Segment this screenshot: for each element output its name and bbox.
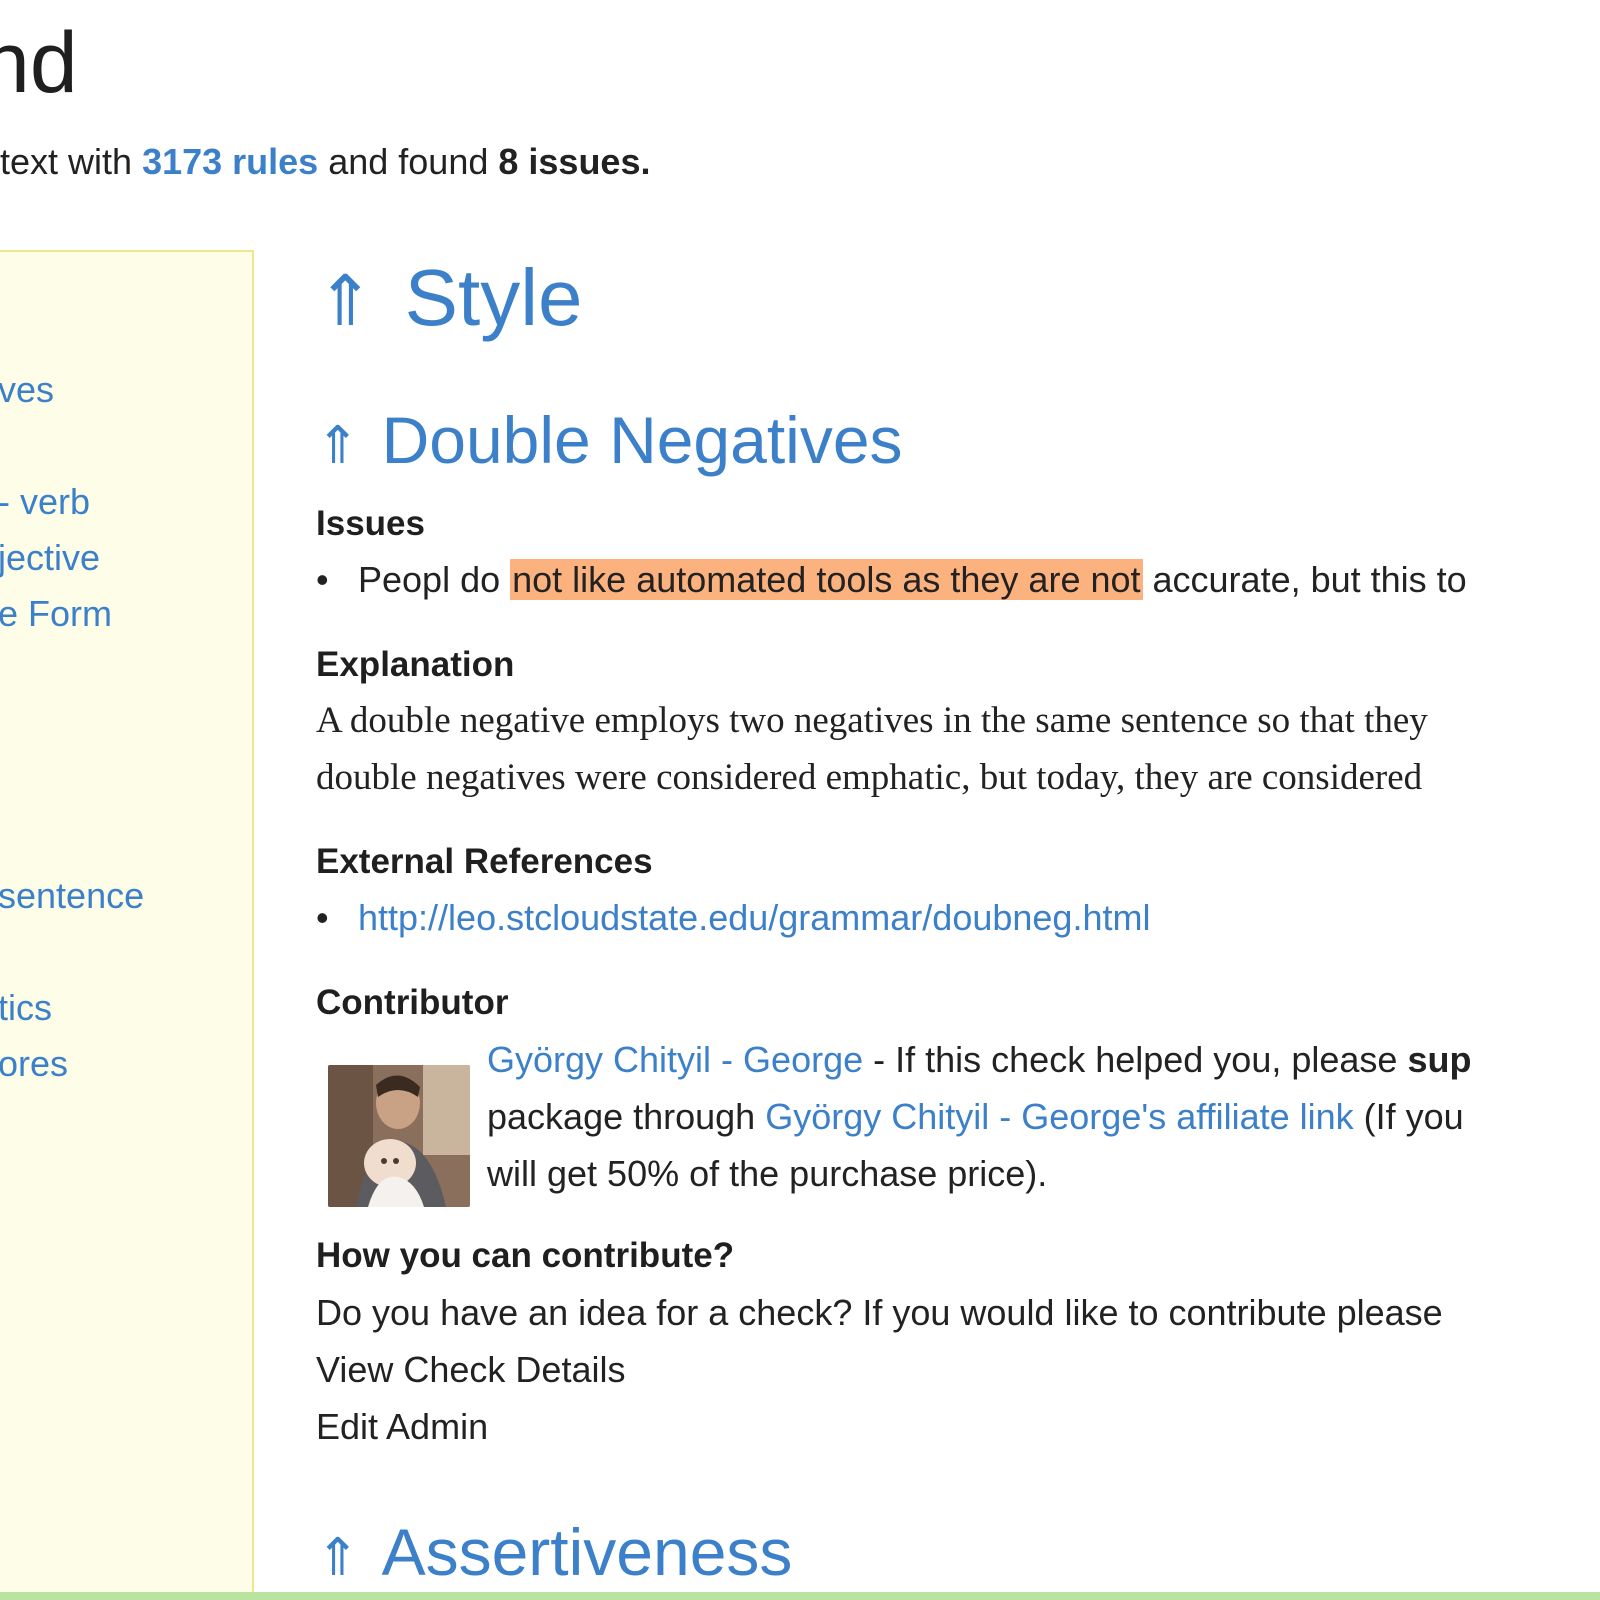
- summary-prefix: text with: [0, 141, 143, 182]
- check-heading-double-negatives: ⇑ Double Negatives: [316, 400, 903, 486]
- contributor-line-3: will get 50% of the purchase price).: [487, 1153, 1048, 1194]
- bullet-icon: •: [316, 897, 329, 938]
- references-heading: External References: [316, 842, 653, 881]
- sidebar-item-form[interactable]: e Form: [0, 592, 112, 636]
- contribute-heading: How you can contribute?: [316, 1236, 735, 1275]
- support-bold-text: sup: [1407, 1039, 1472, 1080]
- issues-count: 8 issues.: [498, 141, 651, 182]
- back-to-top-arrow-icon[interactable]: ⇑: [316, 1529, 360, 1587]
- sidebar-item-adjective[interactable]: jective: [0, 536, 100, 580]
- reference-link[interactable]: http://leo.stcloudstate.edu/grammar/doub…: [358, 897, 1150, 938]
- section-heading-style: ⇑ Style: [316, 250, 583, 349]
- check-title[interactable]: Double Negatives: [382, 403, 903, 477]
- contributor-text: - If this check helped you, please: [863, 1039, 1408, 1080]
- sidebar-item-double-negatives[interactable]: ves: [0, 368, 54, 412]
- view-check-details-link[interactable]: View Check Details: [316, 1346, 625, 1394]
- contributor-line-2-suffix: (If you: [1353, 1096, 1464, 1137]
- contributor-line-2: package through György Chityil - George'…: [487, 1093, 1464, 1141]
- explanation-heading: Explanation: [316, 645, 515, 684]
- section-heading-assertiveness: ⇑ Assertiveness: [316, 1512, 792, 1598]
- contributor-heading: Contributor: [316, 983, 509, 1022]
- contributor-line-1: György Chityil - George - If this check …: [487, 1036, 1471, 1084]
- page-title: nd: [0, 15, 78, 111]
- affiliate-link[interactable]: György Chityil - George's affiliate link: [765, 1096, 1353, 1137]
- sidebar-item-scores[interactable]: ores: [0, 1042, 68, 1086]
- bottom-status-bar: [0, 1592, 1600, 1600]
- avatar-photo-icon: [328, 1065, 470, 1207]
- contributor-avatar[interactable]: [328, 1065, 470, 1207]
- issue-text-after: accurate, but this to: [1142, 559, 1467, 600]
- explanation-line-1: A double negative employs two negatives …: [316, 700, 1428, 741]
- rules-count-link[interactable]: 3173 rules: [142, 141, 318, 182]
- issue-highlight: not like automated tools as they are not: [510, 559, 1143, 600]
- edit-admin-link[interactable]: Edit Admin: [316, 1403, 488, 1451]
- contribute-text: Do you have an idea for a check? If you …: [316, 1292, 1443, 1333]
- reference-item: • http://leo.stcloudstate.edu/grammar/dou…: [316, 894, 1150, 942]
- issue-text-before: Peopl do: [358, 559, 511, 600]
- contributor-name-link[interactable]: György Chityil - George: [487, 1039, 863, 1080]
- sidebar-toc: ves - verb jective e Form sentence tics …: [0, 250, 254, 1600]
- back-to-top-arrow-icon[interactable]: ⇑: [316, 262, 375, 340]
- main-content: ⇑ Style ⇑ Double Negatives Issues • Peopl d…: [316, 250, 1600, 1600]
- explanation-line-2: double negatives were considered emphati…: [316, 757, 1423, 798]
- section-title-style[interactable]: Style: [405, 253, 583, 342]
- sidebar-item-statistics[interactable]: tics: [0, 986, 52, 1030]
- sidebar-item-sentence[interactable]: sentence: [0, 874, 144, 918]
- assertiveness-title[interactable]: Assertiveness: [382, 1515, 793, 1589]
- bullet-icon: •: [316, 559, 329, 600]
- contributor-line-2-prefix: package through: [487, 1096, 766, 1137]
- issues-heading: Issues: [316, 504, 425, 543]
- back-to-top-arrow-icon[interactable]: ⇑: [316, 417, 360, 475]
- results-summary: text with 3173 rules and found 8 issues.: [0, 138, 650, 186]
- summary-mid: and found: [318, 141, 499, 182]
- sidebar-item-verb[interactable]: - verb: [0, 480, 90, 524]
- issue-item: • Peopl do not like automated tools as th…: [316, 556, 1467, 604]
